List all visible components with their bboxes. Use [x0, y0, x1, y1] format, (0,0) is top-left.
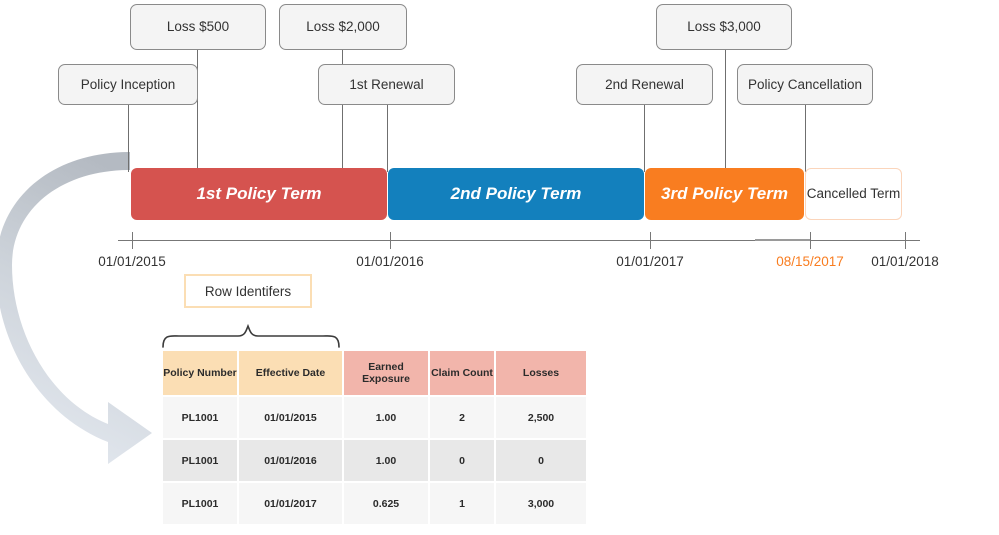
table-cell-col-losses: 0 — [496, 440, 586, 481]
bar-label: 2nd Policy Term — [450, 184, 582, 203]
callout-label: 2nd Renewal — [605, 76, 684, 92]
curved-arrow-icon — [0, 152, 152, 464]
table-header-col-effective-date: Effective Date — [239, 351, 342, 395]
table-row: PL1001 01/01/2015 1.00 2 2,500 — [163, 397, 586, 438]
callout-loss-500: Loss $500 — [130, 4, 266, 50]
callout-label: 1st Renewal — [349, 76, 424, 92]
row-identifiers-tag: Row Identifers — [184, 274, 312, 308]
axis-tick-2018 — [905, 232, 906, 249]
table-cell-col-effective-date: 01/01/2016 — [239, 440, 342, 481]
callout-loss-2000: Loss $2,000 — [279, 4, 407, 50]
table-cell-col-policy-number: PL1001 — [163, 440, 237, 481]
bar-label: 3rd Policy Term — [661, 184, 788, 203]
bar-label: Cancelled Term — [806, 185, 901, 201]
callout-label: Loss $3,000 — [687, 19, 761, 35]
table-cell-col-earned-exposure: 1.00 — [344, 440, 428, 481]
table-head: Policy Number Effective Date Earned Exposu… — [163, 351, 586, 395]
axis-tick-2015 — [132, 232, 133, 249]
table-cell-col-losses: 2,500 — [496, 397, 586, 438]
line-cancellation — [805, 105, 806, 172]
line-inception — [128, 105, 129, 172]
table-cell-col-effective-date: 01/01/2017 — [239, 483, 342, 524]
callout-policy-cancellation: Policy Cancellation — [737, 64, 873, 105]
callout-label: Policy Inception — [80, 76, 176, 92]
diagram-canvas: Loss $500 Loss $2,000 Loss $3,000 Policy In… — [0, 0, 999, 535]
table-cell-col-losses: 3,000 — [496, 483, 586, 524]
axis-tick-2017 — [650, 232, 651, 249]
callout-label: Policy Cancellation — [747, 76, 863, 92]
table-cell-col-claim-count: 0 — [430, 440, 494, 481]
line-first-renewal — [387, 105, 388, 172]
callout-loss-3000: Loss $3,000 — [656, 4, 792, 50]
bar-term-2: 2nd Policy Term — [388, 168, 644, 220]
axis-label-tick-2018: 01/01/2018 — [871, 254, 939, 269]
callout-policy-inception: Policy Inception — [58, 64, 198, 105]
table-header-row: Policy Number Effective Date Earned Exposu… — [163, 351, 586, 395]
callout-second-renewal: 2nd Renewal — [576, 64, 713, 105]
table-cell-col-claim-count: 2 — [430, 397, 494, 438]
bar-term-cancelled: Cancelled Term — [805, 168, 902, 220]
axis-label-tick-2017: 01/01/2017 — [616, 254, 684, 269]
axis-tick-cancel — [810, 232, 811, 249]
axis-label-tick-2016: 01/01/2016 — [356, 254, 424, 269]
line-second-renewal — [644, 105, 645, 172]
table-row: PL1001 01/01/2017 0.625 1 3,000 — [163, 483, 586, 524]
table-row: PL1001 01/01/2016 1.00 0 0 — [163, 440, 586, 481]
bar-term-3: 3rd Policy Term — [645, 168, 804, 220]
axis-label-tick-2015: 01/01/2015 — [98, 254, 166, 269]
callout-label: Loss $2,000 — [306, 19, 380, 35]
callout-label: Loss $500 — [166, 19, 230, 35]
table-header-col-losses: Losses — [496, 351, 586, 395]
table-cell-col-earned-exposure: 1.00 — [344, 397, 428, 438]
table-cell-col-earned-exposure: 0.625 — [344, 483, 428, 524]
table-cell-col-policy-number: PL1001 — [163, 483, 237, 524]
exposure-table: Policy Number Effective Date Earned Exposu… — [161, 349, 588, 526]
table-header-col-earned-exposure: Earned Exposure — [344, 351, 428, 395]
table-cell-col-policy-number: PL1001 — [163, 397, 237, 438]
bar-term-1: 1st Policy Term — [131, 168, 387, 220]
table-cell-col-claim-count: 1 — [430, 483, 494, 524]
callout-first-renewal: 1st Renewal — [318, 64, 455, 105]
bar-label: 1st Policy Term — [196, 184, 322, 203]
line-loss-3000 — [725, 50, 726, 172]
table-header-col-policy-number: Policy Number — [163, 351, 237, 395]
table-body: PL1001 01/01/2015 1.00 2 2,500 PL1001 01/01/20… — [163, 397, 586, 524]
axis-cancellation-segment — [755, 239, 810, 241]
axis-tick-2016 — [390, 232, 391, 249]
table-header-col-claim-count: Claim Count — [430, 351, 494, 395]
table-cell-col-effective-date: 01/01/2015 — [239, 397, 342, 438]
row-identifiers-label: Row Identifers — [204, 283, 292, 299]
